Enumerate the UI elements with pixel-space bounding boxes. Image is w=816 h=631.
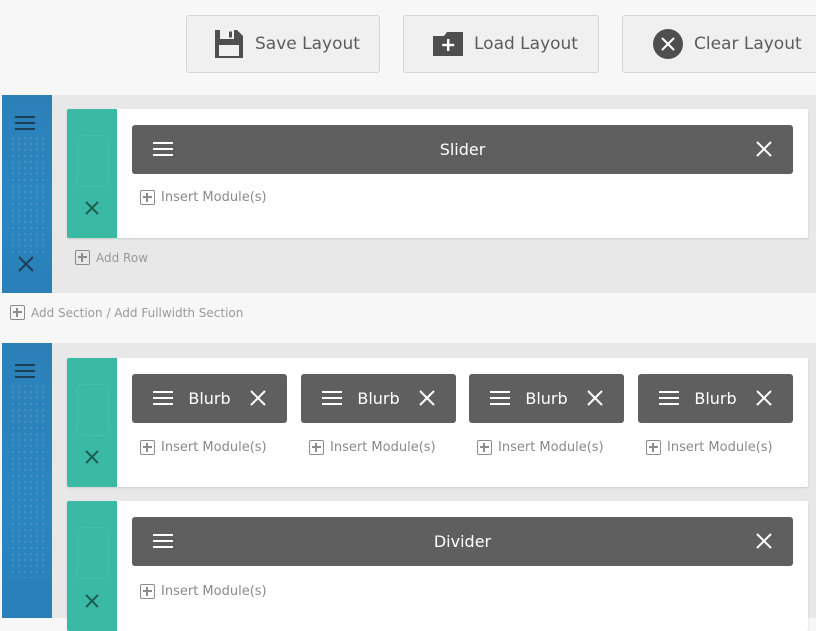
insert-modules-label: Insert Module(s) bbox=[330, 440, 436, 455]
insert-modules-label: Insert Module(s) bbox=[161, 440, 267, 455]
plus-square-icon bbox=[646, 440, 661, 455]
clear-layout-button[interactable]: Clear Layout bbox=[622, 15, 816, 73]
hamburger-menu-icon[interactable] bbox=[153, 141, 174, 161]
load-layout-label: Load Layout bbox=[474, 34, 578, 54]
clear-layout-label: Clear Layout bbox=[694, 34, 802, 54]
close-icon[interactable] bbox=[84, 200, 100, 220]
insert-modules-link[interactable]: Insert Module(s) bbox=[646, 440, 773, 455]
save-layout-button[interactable]: Save Layout bbox=[186, 15, 380, 73]
module-label: Blurb bbox=[188, 389, 231, 408]
close-icon[interactable] bbox=[84, 449, 100, 469]
section-1: Slider Insert Module(s) Add Row bbox=[2, 95, 816, 293]
insert-modules-link[interactable]: Insert Module(s) bbox=[477, 440, 604, 455]
plus-square-icon bbox=[140, 440, 155, 455]
plus-square-icon bbox=[140, 584, 155, 599]
plus-square-icon bbox=[140, 190, 155, 205]
hamburger-menu-icon[interactable] bbox=[490, 390, 511, 410]
close-icon[interactable] bbox=[587, 390, 603, 410]
module-label: Blurb bbox=[357, 389, 400, 408]
section-2: Blurb Blurb Blurb Blurb Insert Module(s)… bbox=[2, 343, 816, 631]
row-slider: Slider Insert Module(s) bbox=[67, 109, 808, 238]
hamburger-menu-icon[interactable] bbox=[153, 533, 174, 553]
insert-modules-link[interactable]: Insert Module(s) bbox=[309, 440, 436, 455]
module-label: Divider bbox=[433, 532, 492, 551]
plus-square-icon bbox=[10, 305, 25, 320]
insert-modules-link[interactable]: Insert Module(s) bbox=[140, 584, 267, 599]
section-handle[interactable] bbox=[2, 343, 52, 618]
circle-x-icon bbox=[651, 27, 685, 61]
module-blurb-3[interactable]: Blurb bbox=[469, 374, 624, 423]
insert-modules-link[interactable]: Insert Module(s) bbox=[140, 190, 267, 205]
close-icon[interactable] bbox=[250, 390, 266, 410]
row-handle[interactable] bbox=[67, 358, 117, 487]
close-icon[interactable] bbox=[756, 141, 772, 161]
hamburger-menu-icon[interactable] bbox=[153, 390, 174, 410]
close-icon[interactable] bbox=[17, 255, 35, 277]
close-icon[interactable] bbox=[419, 390, 435, 410]
load-layout-button[interactable]: Load Layout bbox=[403, 15, 599, 73]
insert-modules-label: Insert Module(s) bbox=[667, 440, 773, 455]
module-slider[interactable]: Slider bbox=[132, 125, 793, 174]
insert-modules-label: Insert Module(s) bbox=[498, 440, 604, 455]
hamburger-menu-icon[interactable] bbox=[322, 390, 343, 410]
hamburger-menu-icon[interactable] bbox=[15, 363, 37, 383]
insert-modules-link[interactable]: Insert Module(s) bbox=[140, 440, 267, 455]
close-icon[interactable] bbox=[756, 390, 772, 410]
plus-square-icon bbox=[75, 250, 90, 265]
module-blurb-2[interactable]: Blurb bbox=[301, 374, 456, 423]
module-label: Blurb bbox=[694, 389, 737, 408]
module-label: Slider bbox=[439, 140, 486, 159]
section-handle[interactable] bbox=[2, 95, 52, 293]
add-section-link[interactable]: Add Section / Add Fullwidth Section bbox=[10, 305, 243, 320]
hamburger-menu-icon[interactable] bbox=[15, 115, 37, 135]
insert-modules-label: Insert Module(s) bbox=[161, 190, 267, 205]
add-row-link[interactable]: Add Row bbox=[75, 250, 148, 265]
row-handle[interactable] bbox=[67, 501, 117, 631]
module-label: Blurb bbox=[525, 389, 568, 408]
module-blurb-4[interactable]: Blurb bbox=[638, 374, 793, 423]
save-layout-label: Save Layout bbox=[255, 34, 360, 54]
add-section-label: Add Section / Add Fullwidth Section bbox=[31, 305, 244, 320]
floppy-disk-icon bbox=[212, 27, 246, 61]
row-divider: Divider Insert Module(s) bbox=[67, 501, 808, 631]
close-icon[interactable] bbox=[756, 533, 772, 553]
add-row-label: Add Row bbox=[96, 250, 149, 265]
folder-plus-icon bbox=[431, 27, 465, 61]
hamburger-menu-icon[interactable] bbox=[659, 390, 680, 410]
module-blurb-1[interactable]: Blurb bbox=[132, 374, 287, 423]
row-handle[interactable] bbox=[67, 109, 117, 238]
plus-square-icon bbox=[309, 440, 324, 455]
insert-modules-label: Insert Module(s) bbox=[161, 584, 267, 599]
close-icon[interactable] bbox=[84, 593, 100, 613]
plus-square-icon bbox=[477, 440, 492, 455]
module-divider[interactable]: Divider bbox=[132, 517, 793, 566]
row-blurbs: Blurb Blurb Blurb Blurb Insert Module(s)… bbox=[67, 358, 808, 487]
